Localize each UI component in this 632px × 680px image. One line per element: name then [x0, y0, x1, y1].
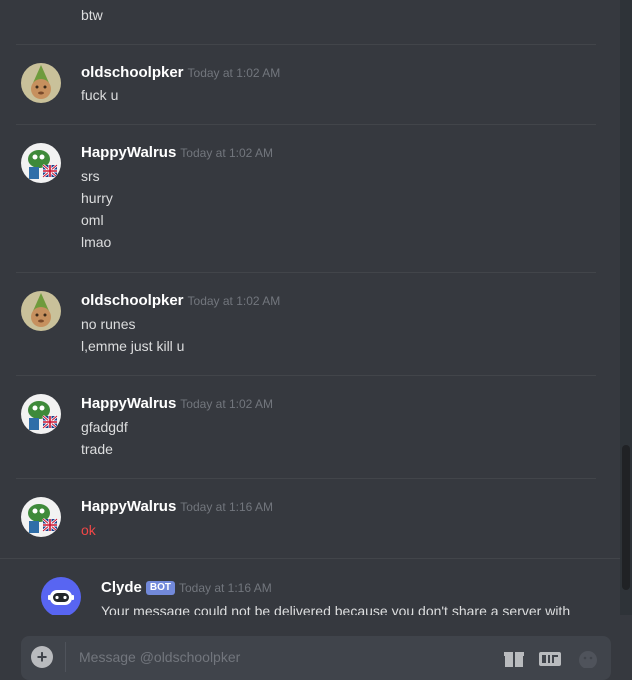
message-divider — [16, 44, 596, 45]
gif-icon[interactable] — [538, 648, 562, 668]
message-header: HappyWalrus Today at 1:16 AM — [81, 497, 273, 517]
timestamp: Today at 1:02 AM — [187, 294, 281, 308]
message-input[interactable] — [77, 644, 481, 670]
message-line: fuck u — [81, 87, 119, 103]
pepe-flag-avatar[interactable] — [21, 143, 61, 183]
timestamp: Today at 1:16 AM — [178, 581, 272, 595]
message-line: btw — [81, 7, 103, 23]
composer-divider — [65, 642, 66, 672]
username[interactable]: HappyWalrus — [81, 144, 176, 161]
bot-tag: BOT — [145, 581, 175, 595]
message-divider — [0, 558, 620, 559]
username[interactable]: HappyWalrus — [81, 395, 176, 412]
message-divider — [16, 375, 596, 376]
message-list[interactable]: btw oldschoolpker Today at 1:02 AM fuck u… — [0, 0, 620, 615]
timestamp: Today at 1:02 AM — [180, 397, 274, 411]
message-line: srs — [81, 168, 100, 184]
username[interactable]: oldschoolpker — [81, 64, 184, 81]
message-divider — [16, 272, 596, 273]
message-composer: + — [21, 636, 611, 680]
attach-plus-icon[interactable]: + — [31, 646, 53, 668]
clyde-bot-avatar[interactable] — [41, 577, 81, 615]
failed-message-line: ok — [81, 522, 96, 538]
timestamp: Today at 1:16 AM — [180, 500, 274, 514]
bot-message-line: Your message could not be delivered beca… — [101, 603, 571, 615]
message-header: Clyde BOT Today at 1:16 AM — [101, 578, 272, 598]
scrollbar-thumb[interactable] — [622, 445, 630, 590]
message-line: hurry — [81, 190, 113, 206]
username[interactable]: HappyWalrus — [81, 498, 176, 515]
pepe-flag-avatar[interactable] — [21, 394, 61, 434]
gnome-child-avatar[interactable] — [21, 63, 61, 103]
timestamp: Today at 1:02 AM — [180, 146, 274, 160]
gift-icon[interactable] — [502, 648, 526, 668]
message-divider — [16, 124, 596, 125]
message-header: oldschoolpker Today at 1:02 AM — [81, 63, 280, 83]
message-header: HappyWalrus Today at 1:02 AM — [81, 394, 273, 414]
message-line: trade — [81, 441, 113, 457]
message-line: oml — [81, 212, 104, 228]
timestamp: Today at 1:02 AM — [187, 66, 281, 80]
message-divider — [16, 478, 596, 479]
message-line: lmao — [81, 234, 112, 250]
username[interactable]: oldschoolpker — [81, 292, 184, 309]
message-header: HappyWalrus Today at 1:02 AM — [81, 143, 273, 163]
username[interactable]: Clyde — [101, 579, 142, 596]
message-line: l,emme just kill u — [81, 338, 185, 354]
emoji-icon[interactable] — [576, 648, 600, 668]
pepe-flag-avatar[interactable] — [21, 497, 61, 537]
message-line: gfadgdf — [81, 419, 128, 435]
gnome-child-avatar[interactable] — [21, 291, 61, 331]
message-line: no runes — [81, 316, 136, 332]
message-header: oldschoolpker Today at 1:02 AM — [81, 291, 280, 311]
